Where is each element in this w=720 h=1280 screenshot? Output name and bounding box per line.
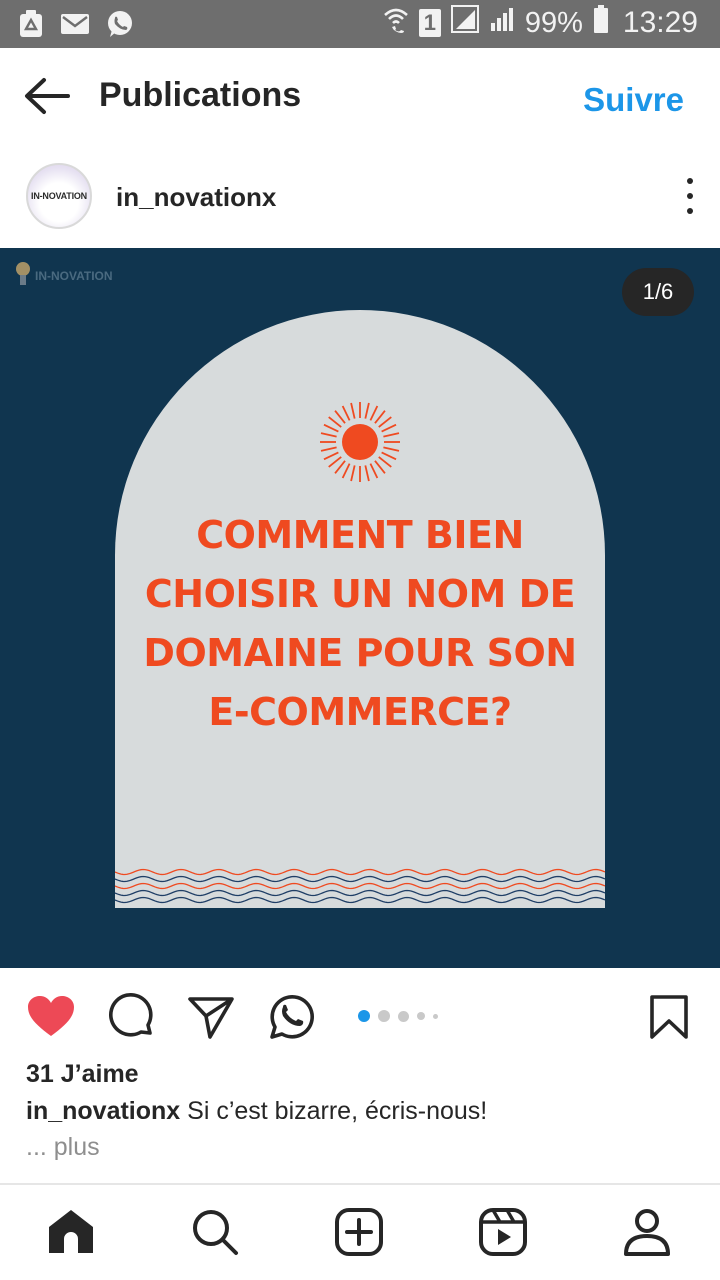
recycle-icon bbox=[18, 9, 44, 44]
follow-button[interactable]: Suivre bbox=[583, 81, 684, 119]
carousel-dot bbox=[378, 1010, 390, 1022]
likes-count[interactable]: 31 J’aime bbox=[26, 1060, 139, 1089]
bookmark-icon bbox=[650, 995, 688, 1039]
post-image[interactable]: IN-NOVATION 1/6 COMMENT BIEN CHOISIR UN … bbox=[0, 248, 720, 968]
save-button[interactable] bbox=[644, 992, 694, 1042]
carousel-dot bbox=[433, 1013, 438, 1019]
page-title: Publications bbox=[99, 76, 302, 114]
like-button[interactable] bbox=[26, 992, 76, 1042]
sim-1-icon: 1 bbox=[418, 9, 441, 37]
wifi-call-icon bbox=[383, 5, 409, 41]
bottom-navigation bbox=[0, 1183, 720, 1280]
post-headline: COMMENT BIEN CHOISIR UN NOM DE DOMAINE P… bbox=[115, 506, 605, 742]
signal-icon bbox=[489, 5, 515, 41]
more-options-button[interactable] bbox=[678, 178, 702, 214]
status-bar: 1 99% 13:29 bbox=[0, 0, 720, 48]
brand-watermark: IN-NOVATION bbox=[14, 260, 113, 292]
clock: 13:29 bbox=[622, 6, 698, 39]
brand-watermark-text: IN-NOVATION bbox=[35, 269, 113, 283]
battery-icon bbox=[593, 5, 609, 41]
reels-icon bbox=[479, 1208, 527, 1256]
more-vertical-icon bbox=[687, 178, 693, 184]
headline-line: CHOISIR UN NOM DE bbox=[144, 572, 576, 616]
comment-icon bbox=[109, 993, 153, 1037]
battery-percent: 99% bbox=[524, 6, 583, 39]
carousel-dot bbox=[417, 1012, 425, 1020]
decorative-waves bbox=[115, 868, 605, 904]
whatsapp-icon bbox=[106, 10, 134, 43]
sun-icon bbox=[320, 402, 400, 482]
carousel-indicator bbox=[358, 1010, 438, 1022]
whatsapp-icon bbox=[270, 995, 314, 1039]
heart-filled-icon bbox=[28, 996, 74, 1036]
headline-line: COMMENT BIEN bbox=[196, 513, 524, 557]
back-button[interactable] bbox=[22, 76, 72, 116]
avatar-logo-text: IN-NOVATION bbox=[31, 191, 87, 201]
caption-text: Si c’est bizarre, écris-nous! bbox=[187, 1097, 488, 1125]
carousel-counter: 1/6 bbox=[622, 268, 694, 316]
profile-icon bbox=[624, 1209, 670, 1256]
search-icon bbox=[193, 1210, 238, 1255]
new-post-icon bbox=[335, 1208, 383, 1256]
caption-username[interactable]: in_novationx bbox=[26, 1097, 180, 1125]
post-caption: in_novationx Si c’est bizarre, écris-nou… bbox=[26, 1097, 487, 1126]
whatsapp-share-button[interactable] bbox=[266, 992, 316, 1042]
headline-line: E-COMMERCE? bbox=[208, 690, 512, 734]
share-button[interactable] bbox=[186, 992, 236, 1042]
lightbulb-icon bbox=[16, 262, 30, 285]
avatar[interactable]: IN-NOVATION bbox=[26, 163, 92, 229]
signal-icon bbox=[450, 5, 479, 41]
home-icon bbox=[49, 1210, 93, 1253]
send-icon bbox=[188, 997, 234, 1039]
comment-button[interactable] bbox=[106, 992, 156, 1042]
headline-line: DOMAINE POUR SON bbox=[143, 631, 577, 675]
nav-profile[interactable] bbox=[622, 1207, 672, 1257]
nav-new-post[interactable] bbox=[334, 1207, 384, 1257]
nav-home[interactable] bbox=[46, 1207, 96, 1257]
post-actions bbox=[0, 968, 720, 1064]
mail-icon bbox=[60, 12, 90, 41]
author-username[interactable]: in_novationx bbox=[116, 182, 276, 213]
top-header: Publications Suivre bbox=[0, 48, 720, 148]
arrow-left-icon bbox=[25, 78, 70, 114]
carousel-dot bbox=[398, 1010, 409, 1022]
caption-more-link[interactable]: ... plus bbox=[26, 1133, 100, 1162]
post-author-row: IN-NOVATION in_novationx bbox=[0, 148, 720, 248]
nav-search[interactable] bbox=[190, 1207, 240, 1257]
carousel-dot bbox=[358, 1010, 370, 1022]
nav-reels[interactable] bbox=[478, 1207, 528, 1257]
